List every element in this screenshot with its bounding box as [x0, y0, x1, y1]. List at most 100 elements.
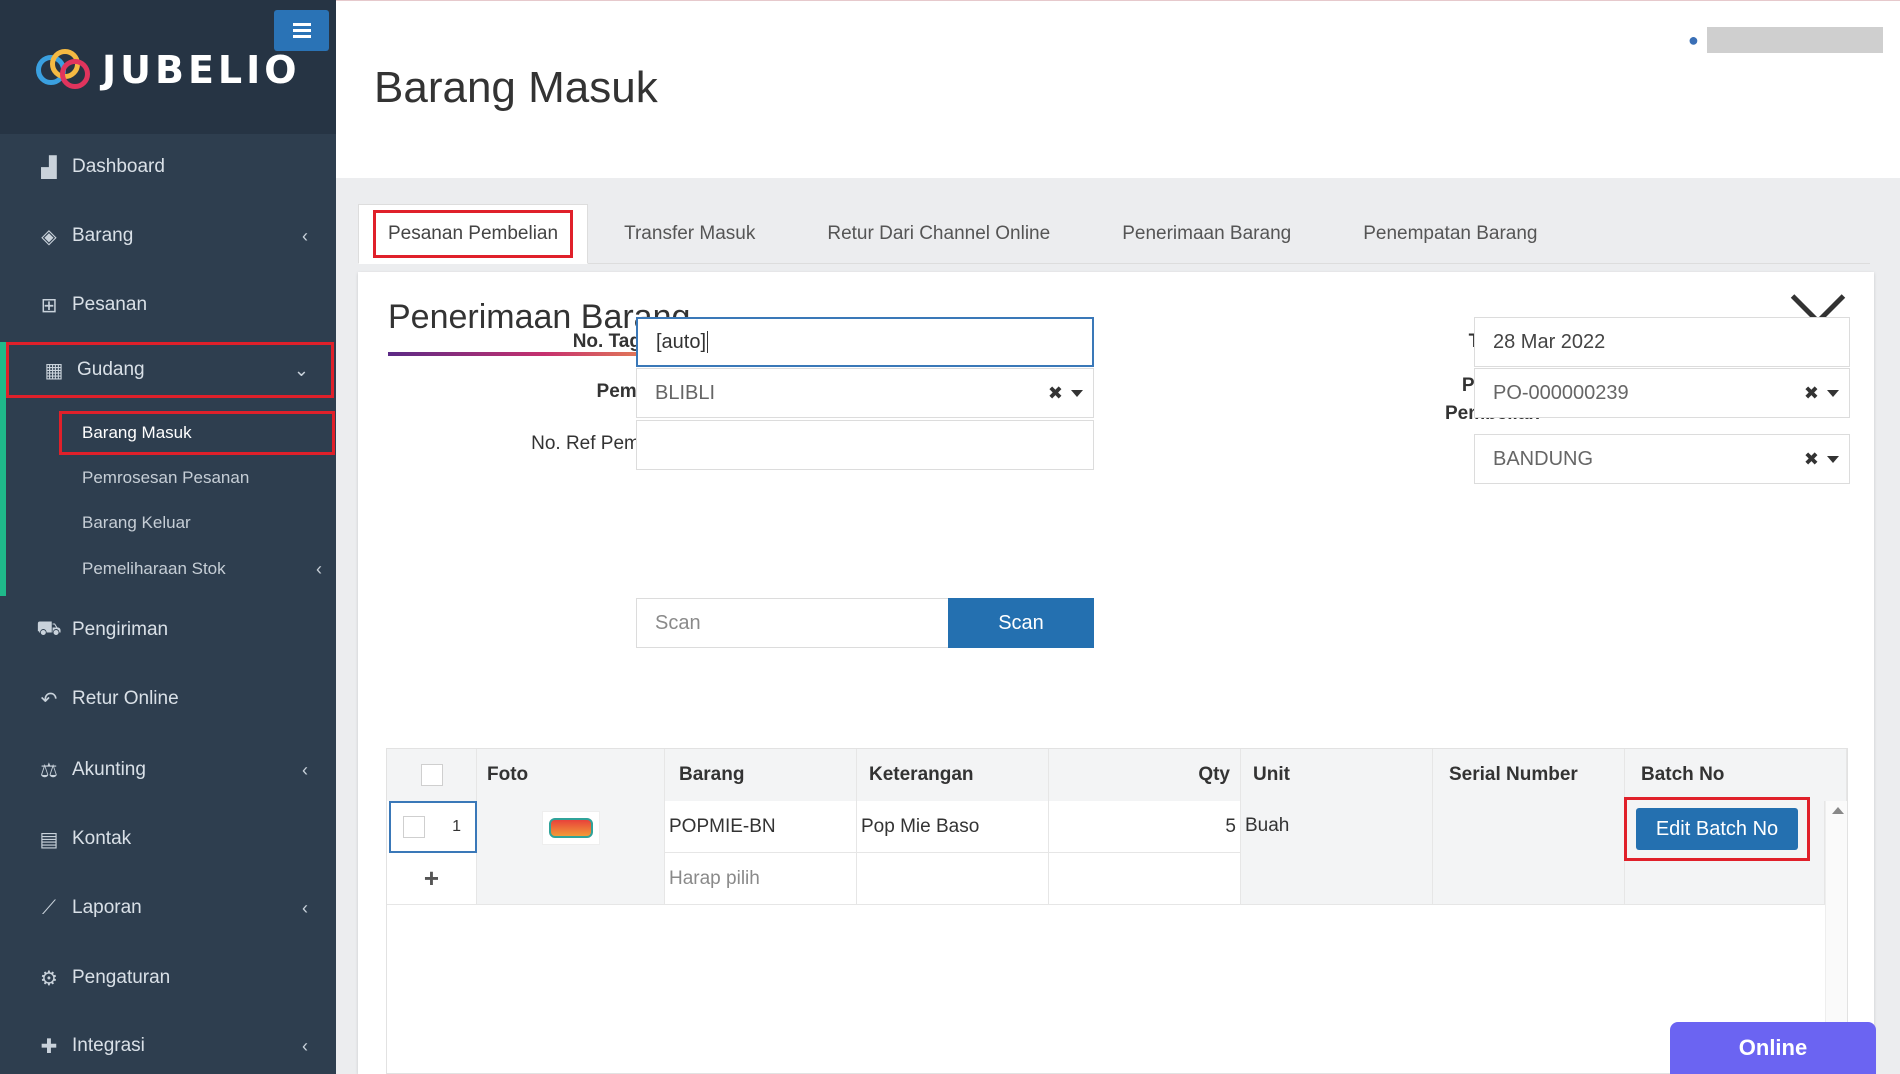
product-image [541, 811, 600, 845]
sidebar-header: JUBELIO [0, 0, 336, 134]
qty-empty-cell[interactable] [1049, 853, 1241, 905]
hamburger-icon [292, 29, 311, 32]
header-barang: Barang [665, 749, 857, 801]
tab-penempatan-barang[interactable]: Penempatan Barang [1327, 204, 1573, 264]
sidebar-subitem-label: Barang Masuk [82, 423, 192, 442]
user-menu[interactable]: ● [1688, 27, 1883, 53]
pemasok-select[interactable]: BLIBLI ✖ [636, 368, 1094, 418]
sidebar-item-integrasi[interactable]: ✚ Integrasi ‹ [0, 1018, 336, 1074]
chevron-left-icon: ‹ [302, 225, 308, 246]
lokasi-value: BANDUNG [1493, 447, 1594, 470]
tab-label: Pesanan Pembelian [373, 210, 574, 258]
select-all-header [387, 749, 477, 801]
sidebar-item-gudang[interactable]: ▦ Gudang ⌄ [6, 342, 334, 398]
sidebar-item-label: Barang [72, 225, 134, 246]
items-table: Foto Barang Keterangan Qty Unit Serial N… [386, 748, 1848, 1074]
sidebar-item-label: Pengiriman [72, 619, 169, 640]
cubes-icon: ◈ [41, 225, 57, 248]
sidebar-item-pengiriman[interactable]: ⛟ Pengiriman [0, 602, 336, 658]
popmie-cup-icon [548, 818, 593, 838]
sidebar-item-pesanan[interactable]: ⊞ Pesanan [0, 277, 336, 333]
tanggal-value: 28 Mar 2022 [1493, 330, 1606, 353]
row-number: 1 [452, 818, 461, 835]
penerimaan-barang-form: Penerimaan Barang No. Tagihan [auto] Pem… [358, 272, 1874, 1074]
line-chart-icon: ⟋ [42, 896, 56, 919]
caret-down-icon [1827, 456, 1839, 463]
chevron-left-icon: ‹ [316, 558, 322, 579]
menu-toggle-button[interactable] [274, 10, 329, 51]
page-title: Barang Masuk [374, 63, 658, 112]
sidebar-subitem-label: Pemeliharaan Stok [82, 559, 226, 578]
sidebar-subitem-label: Barang Keluar [82, 513, 191, 532]
tab-bar: Pesanan Pembelian Transfer Masuk Retur D… [358, 204, 1870, 264]
header-unit: Unit [1241, 749, 1433, 801]
tab-transfer-masuk[interactable]: Transfer Masuk [588, 204, 791, 264]
sidebar-item-label: Dashboard [72, 156, 165, 177]
barang-cell[interactable]: POPMIE-BN [665, 801, 857, 853]
truck-icon: ⛟ [36, 617, 62, 640]
clear-icon[interactable]: ✖ [1804, 449, 1819, 470]
tab-pesanan-pembelian[interactable]: Pesanan Pembelian [358, 204, 589, 264]
chevron-down-icon: ⌄ [293, 359, 309, 380]
user-name-redacted [1706, 27, 1883, 53]
online-status-badge[interactable]: Online [1670, 1022, 1876, 1074]
header-qty: Qty [1049, 749, 1241, 801]
edit-batch-no-button[interactable]: Edit Batch No [1636, 808, 1798, 850]
brand-name: JUBELIO [102, 48, 301, 92]
scan-placeholder: Scan [655, 611, 701, 634]
sidebar-subitem-barang-masuk[interactable]: Barang Masuk [59, 411, 335, 455]
sidebar-item-barang[interactable]: ◈ Barang ‹ [0, 208, 336, 264]
balance-scale-icon: ⚖ [40, 759, 58, 782]
unit-cell: Buah [1241, 801, 1433, 905]
clear-icon[interactable]: ✖ [1804, 383, 1819, 404]
tab-penerimaan-barang[interactable]: Penerimaan Barang [1086, 204, 1327, 264]
sidebar-item-label: Integrasi [72, 1035, 145, 1056]
sidebar-subitem-pemrosesan-pesanan[interactable]: Pemrosesan Pesanan [0, 456, 336, 500]
scroll-up-icon[interactable] [1832, 807, 1844, 814]
scan-input[interactable]: Scan [636, 598, 950, 648]
row-checkbox[interactable] [403, 816, 425, 838]
sidebar-item-pengaturan[interactable]: ⚙ Pengaturan [0, 950, 336, 1006]
foto-cell [477, 801, 665, 905]
select-all-checkbox[interactable] [420, 764, 443, 786]
sidebar-item-label: Pesanan [72, 294, 148, 315]
sidebar-item-akunting[interactable]: ⚖ Akunting ‹ [0, 742, 336, 798]
basket-icon: ⊞ [40, 294, 58, 317]
tanggal-input[interactable]: 28 Mar 2022 [1474, 317, 1850, 367]
no-tagihan-input[interactable]: [auto] [636, 317, 1094, 367]
sidebar-item-retur-online[interactable]: ↶ Retur Online [0, 671, 336, 727]
sidebar-subitem-pemeliharaan-stok[interactable]: Pemeliharaan Stok ‹ [0, 547, 336, 591]
header-foto: Foto [477, 749, 665, 801]
tab-retur-dari-channel-online[interactable]: Retur Dari Channel Online [791, 204, 1086, 264]
pesanan-pembelian-value: PO-000000239 [1493, 381, 1629, 404]
clear-icon[interactable]: ✖ [1048, 383, 1063, 404]
sidebar-item-laporan[interactable]: ⟋ Laporan ‹ [0, 880, 336, 936]
keterangan-empty-cell[interactable] [857, 853, 1049, 905]
address-card-icon: ▤ [39, 828, 59, 851]
brand-logo[interactable]: JUBELIO [36, 48, 301, 92]
qty-cell[interactable]: 5 [1049, 801, 1241, 853]
no-tagihan-value: [auto] [656, 330, 707, 353]
sidebar-subitem-barang-keluar[interactable]: Barang Keluar [0, 501, 336, 545]
pemasok-value: BLIBLI [655, 381, 716, 404]
row-number-cell[interactable]: 1 [389, 801, 477, 853]
serial-number-cell [1433, 801, 1625, 905]
header-serial-number: Serial Number [1433, 749, 1625, 801]
sidebar-item-kontak[interactable]: ▤ Kontak [0, 811, 336, 867]
barang-select-cell[interactable]: Harap pilih [665, 853, 857, 905]
sidebar-item-dashboard[interactable]: ▟ Dashboard [0, 139, 336, 195]
sidebar: JUBELIO ▟ Dashboard ◈ Barang ‹ ⊞ Pesanan… [0, 0, 336, 1074]
logo-icon [36, 49, 96, 91]
sidebar-item-label: Pengaturan [72, 967, 171, 988]
sidebar-item-label: Akunting [72, 759, 146, 780]
caret-down-icon [1071, 390, 1083, 397]
scan-button[interactable]: Scan [948, 598, 1094, 648]
pesanan-pembelian-select[interactable]: PO-000000239 ✖ [1474, 368, 1850, 418]
no-ref-pemasok-input[interactable] [636, 420, 1094, 470]
keterangan-cell[interactable]: Pop Mie Baso [857, 801, 1049, 853]
add-row-button[interactable]: + [387, 853, 477, 905]
lokasi-select[interactable]: BANDUNG ✖ [1474, 434, 1850, 484]
chevron-left-icon: ‹ [302, 1035, 308, 1056]
sidebar-item-label: Retur Online [72, 688, 179, 709]
sidebar-item-label: Gudang [77, 359, 145, 380]
